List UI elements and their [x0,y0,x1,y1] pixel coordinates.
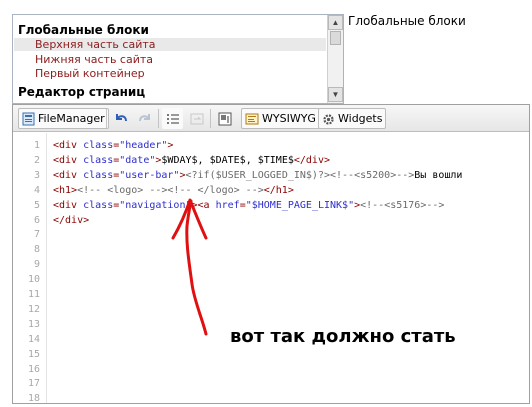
annotation-text: вот так должно стать [230,326,456,347]
